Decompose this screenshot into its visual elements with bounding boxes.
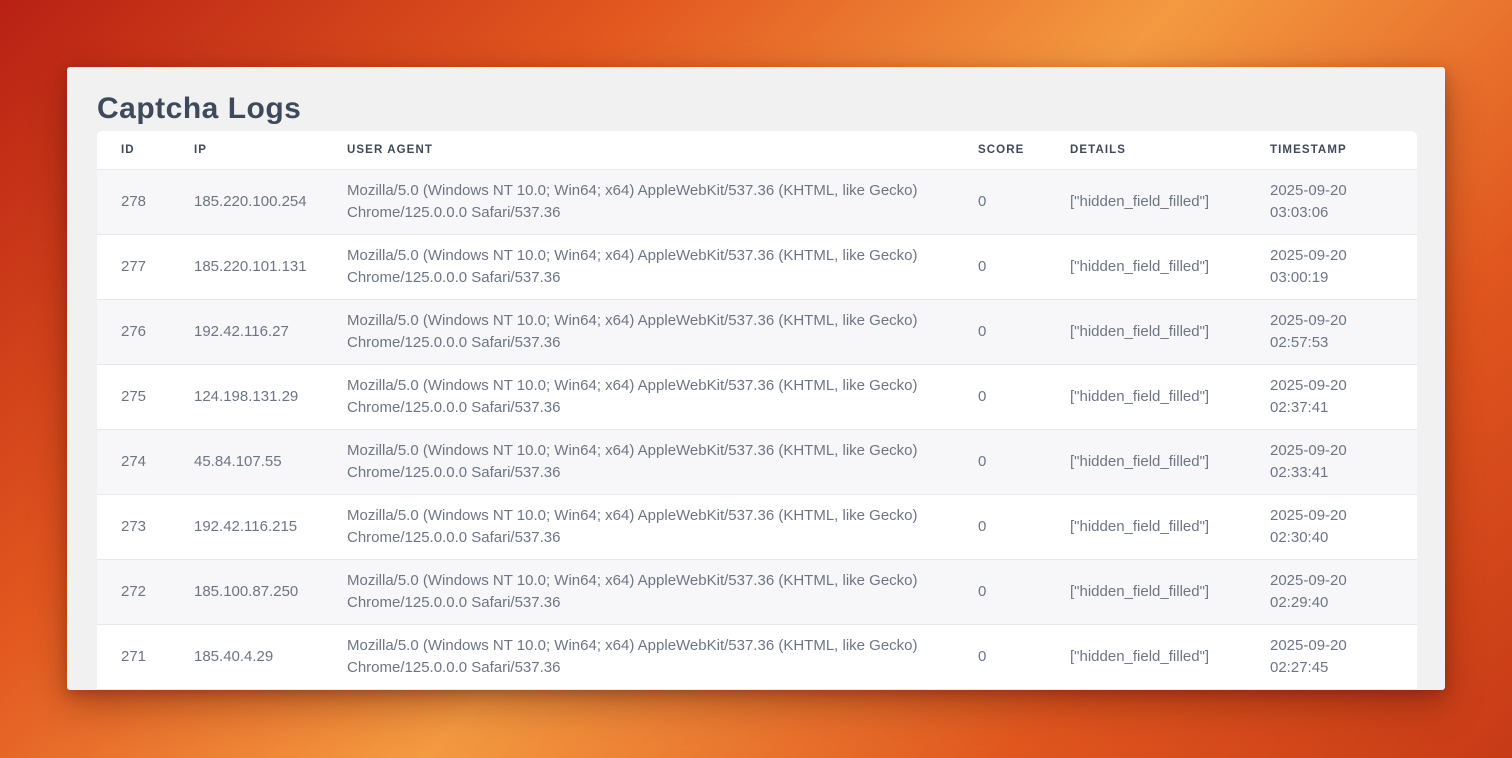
- cell-ip: 185.220.101.131: [170, 234, 323, 299]
- table-row: 276 192.42.116.27 Mozilla/5.0 (Windows N…: [97, 299, 1417, 364]
- cell-timestamp: 2025-09-20 02:33:41: [1246, 429, 1417, 494]
- table-row: 274 45.84.107.55 Mozilla/5.0 (Windows NT…: [97, 429, 1417, 494]
- cell-details: ["hidden_field_filled"]: [1046, 234, 1246, 299]
- table-row: 275 124.198.131.29 Mozilla/5.0 (Windows …: [97, 364, 1417, 429]
- page-title: Captcha Logs: [97, 67, 1415, 131]
- table-row: 271 185.40.4.29 Mozilla/5.0 (Windows NT …: [97, 624, 1417, 689]
- cell-ip: 45.84.107.55: [170, 429, 323, 494]
- cell-score: 0: [954, 494, 1046, 559]
- cell-score: 0: [954, 559, 1046, 624]
- cell-user-agent: Mozilla/5.0 (Windows NT 10.0; Win64; x64…: [323, 364, 954, 429]
- cell-score: 0: [954, 169, 1046, 234]
- cell-score: 0: [954, 364, 1046, 429]
- cell-user-agent: Mozilla/5.0 (Windows NT 10.0; Win64; x64…: [323, 494, 954, 559]
- cell-score: 0: [954, 624, 1046, 689]
- cell-details: ["hidden_field_filled"]: [1046, 624, 1246, 689]
- cell-timestamp: 2025-09-20 03:00:19: [1246, 234, 1417, 299]
- cell-ip: 124.198.131.29: [170, 364, 323, 429]
- col-header-timestamp: TIMESTAMP: [1246, 131, 1417, 169]
- cell-timestamp: 2025-09-20 02:30:40: [1246, 494, 1417, 559]
- cell-id: 274: [97, 429, 170, 494]
- cell-user-agent: Mozilla/5.0 (Windows NT 10.0; Win64; x64…: [323, 429, 954, 494]
- table-row: 273 192.42.116.215 Mozilla/5.0 (Windows …: [97, 494, 1417, 559]
- col-header-id: ID: [97, 131, 170, 169]
- cell-id: 271: [97, 624, 170, 689]
- cell-user-agent: Mozilla/5.0 (Windows NT 10.0; Win64; x64…: [323, 234, 954, 299]
- cell-details: ["hidden_field_filled"]: [1046, 299, 1246, 364]
- cell-id: 277: [97, 234, 170, 299]
- table-body: 278 185.220.100.254 Mozilla/5.0 (Windows…: [97, 169, 1417, 689]
- cell-ip: 192.42.116.27: [170, 299, 323, 364]
- table-row: 277 185.220.101.131 Mozilla/5.0 (Windows…: [97, 234, 1417, 299]
- cell-id: 275: [97, 364, 170, 429]
- cell-ip: 192.42.116.215: [170, 494, 323, 559]
- cell-timestamp: 2025-09-20 03:03:06: [1246, 169, 1417, 234]
- table-row: 272 185.100.87.250 Mozilla/5.0 (Windows …: [97, 559, 1417, 624]
- cell-score: 0: [954, 429, 1046, 494]
- cell-ip: 185.40.4.29: [170, 624, 323, 689]
- cell-score: 0: [954, 299, 1046, 364]
- col-header-score: SCORE: [954, 131, 1046, 169]
- cell-timestamp: 2025-09-20 02:29:40: [1246, 559, 1417, 624]
- cell-user-agent: Mozilla/5.0 (Windows NT 10.0; Win64; x64…: [323, 559, 954, 624]
- cell-ip: 185.220.100.254: [170, 169, 323, 234]
- cell-id: 276: [97, 299, 170, 364]
- col-header-details: DETAILS: [1046, 131, 1246, 169]
- cell-timestamp: 2025-09-20 02:37:41: [1246, 364, 1417, 429]
- cell-details: ["hidden_field_filled"]: [1046, 364, 1246, 429]
- cell-details: ["hidden_field_filled"]: [1046, 494, 1246, 559]
- cell-id: 272: [97, 559, 170, 624]
- col-header-user-agent: USER AGENT: [323, 131, 954, 169]
- cell-timestamp: 2025-09-20 02:27:45: [1246, 624, 1417, 689]
- captcha-logs-table: ID IP USER AGENT SCORE DETAILS TIMESTAMP…: [97, 131, 1417, 690]
- cell-details: ["hidden_field_filled"]: [1046, 169, 1246, 234]
- cell-details: ["hidden_field_filled"]: [1046, 429, 1246, 494]
- table-header: ID IP USER AGENT SCORE DETAILS TIMESTAMP: [97, 131, 1417, 169]
- captcha-logs-card: Captcha Logs ID IP USER AGENT SCORE DETA…: [67, 67, 1445, 690]
- cell-details: ["hidden_field_filled"]: [1046, 559, 1246, 624]
- table-row: 278 185.220.100.254 Mozilla/5.0 (Windows…: [97, 169, 1417, 234]
- cell-user-agent: Mozilla/5.0 (Windows NT 10.0; Win64; x64…: [323, 624, 954, 689]
- cell-ip: 185.100.87.250: [170, 559, 323, 624]
- cell-user-agent: Mozilla/5.0 (Windows NT 10.0; Win64; x64…: [323, 299, 954, 364]
- cell-user-agent: Mozilla/5.0 (Windows NT 10.0; Win64; x64…: [323, 169, 954, 234]
- cell-id: 278: [97, 169, 170, 234]
- cell-id: 273: [97, 494, 170, 559]
- cell-timestamp: 2025-09-20 02:57:53: [1246, 299, 1417, 364]
- cell-score: 0: [954, 234, 1046, 299]
- col-header-ip: IP: [170, 131, 323, 169]
